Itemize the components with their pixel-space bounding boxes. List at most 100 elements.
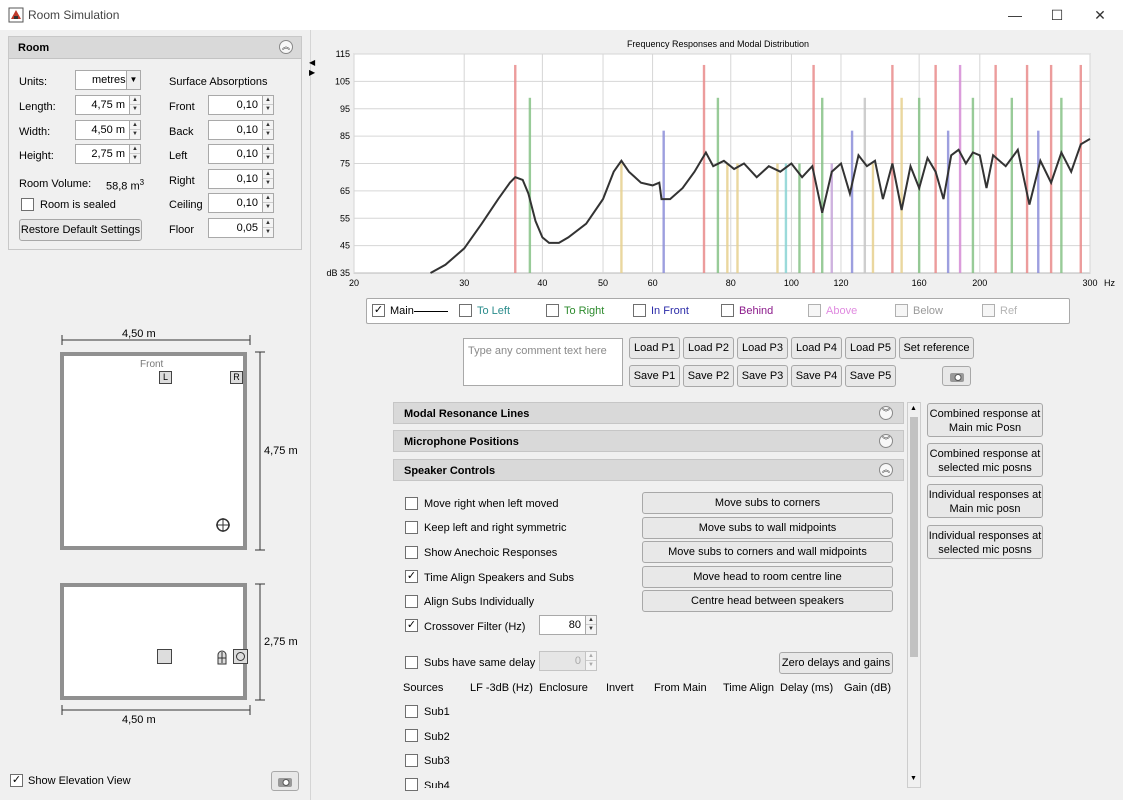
elevation-speaker-marker[interactable] [233,649,248,664]
save-p2-button[interactable]: Save P2 [683,365,734,387]
move-subs-corners-button[interactable]: Move subs to corners [642,492,893,514]
chevron-down-icon[interactable]: ▼ [126,71,140,89]
surface-spinner-ceiling[interactable]: ▲ ▼ [263,193,274,213]
save-p3-button[interactable]: Save P3 [737,365,788,387]
camera-icon[interactable] [271,771,299,791]
controls-scrollbar[interactable]: ▲ ▼ [907,402,921,788]
speaker-controls-header[interactable]: Speaker Controls ︽ [393,459,904,481]
modal-resonance-header[interactable]: Modal Resonance Lines ︾ [393,402,904,424]
listener-head-icon[interactable] [215,517,231,533]
close-button[interactable]: ✕ [1077,0,1123,30]
minimize-button[interactable]: — [992,0,1038,30]
legend-above-checkbox[interactable] [808,304,821,317]
panel-splitter[interactable]: ◀ ▶ [309,30,318,800]
load-p2-button[interactable]: Load P2 [683,337,734,359]
legend-below-checkbox[interactable] [895,304,908,317]
surface-input-front[interactable]: 0,10 [208,95,263,115]
combined-selected-button[interactable]: Combined response at selected mic posns [927,443,1043,477]
splitter-arrows-icon[interactable]: ◀ ▶ [309,58,315,78]
keep-symmetric-checkbox[interactable] [405,521,418,534]
restore-defaults-button[interactable]: Restore Default Settings [19,219,142,241]
speaker-left[interactable]: L [159,371,172,384]
room-sealed-checkbox[interactable] [21,198,34,211]
move-head-centre-button[interactable]: Move head to room centre line [642,566,893,588]
surface-spinner-back[interactable]: ▲ ▼ [263,120,274,140]
surface-spinner-left[interactable]: ▲ ▼ [263,144,274,164]
load-p5-button[interactable]: Load P5 [845,337,896,359]
crossover-checkbox[interactable]: ✓ [405,619,418,632]
load-p1-button[interactable]: Load P1 [629,337,680,359]
crossover-input[interactable]: 80 [539,615,586,635]
set-reference-button[interactable]: Set reference [899,337,974,359]
zero-delays-button[interactable]: Zero delays and gains [779,652,893,674]
height-spinner[interactable]: ▲ ▼ [130,144,141,164]
elevation-view[interactable] [60,583,248,700]
load-p3-button[interactable]: Load P3 [737,337,788,359]
room-floor-plan[interactable]: Front L R [60,352,247,550]
crossover-spinner[interactable]: ▲ ▼ [586,615,597,635]
expand-down-icon[interactable]: ︾ [879,406,893,420]
scroll-down-icon[interactable]: ▼ [910,775,917,782]
speaker-right[interactable]: R [230,371,243,384]
microphone-positions-header[interactable]: Microphone Positions ︾ [393,430,904,452]
surface-spinner-right[interactable]: ▲ ▼ [263,169,274,189]
save-p5-button[interactable]: Save P5 [845,365,896,387]
frequency-chart[interactable]: Frequency Responses and Modal Distributi… [318,30,1123,296]
height-input[interactable]: 2,75 m [75,144,130,164]
surface-input-back[interactable]: 0,10 [208,120,263,140]
show-elevation-checkbox[interactable]: ✓ [10,774,23,787]
width-input[interactable]: 4,50 m [75,120,130,140]
legend-in-front-checkbox[interactable] [633,304,646,317]
save-p1-button[interactable]: Save P1 [629,365,680,387]
surface-input-floor[interactable]: 0,05 [208,218,263,238]
elevation-head-icon[interactable] [214,649,230,665]
comment-input[interactable]: Type any comment text here [463,338,623,386]
move-subs-corners-midpoints-button[interactable]: Move subs to corners and wall midpoints [642,541,893,563]
col-from-main: From Main [654,682,707,694]
maximize-button[interactable]: ☐ [1034,0,1080,30]
legend-to-left-checkbox[interactable] [459,304,472,317]
time-align-checkbox[interactable]: ✓ [405,570,418,583]
anechoic-checkbox[interactable] [405,546,418,559]
width-spinner[interactable]: ▲ ▼ [130,120,141,140]
align-subs-checkbox[interactable] [405,595,418,608]
length-input[interactable]: 4,75 m [75,95,130,115]
legend-ref-checkbox[interactable] [982,304,995,317]
chart-camera-icon[interactable] [942,366,971,386]
surface-label-ceiling: Ceiling [169,199,203,211]
subs-delay-input[interactable]: 0 [539,651,586,671]
sub2-checkbox[interactable] [405,729,418,742]
centre-head-button[interactable]: Centre head between speakers [642,590,893,612]
move-right-checkbox[interactable] [405,497,418,510]
individual-main-button[interactable]: Individual responses at Main mic posn [927,484,1043,518]
load-p4-button[interactable]: Load P4 [791,337,842,359]
legend-main-checkbox[interactable]: ✓ [372,304,385,317]
sub1-checkbox[interactable] [405,705,418,718]
individual-selected-button[interactable]: Individual responses at selected mic pos… [927,525,1043,559]
length-spinner[interactable]: ▲ ▼ [130,95,141,115]
legend-behind-checkbox[interactable] [721,304,734,317]
scroll-thumb[interactable] [910,417,918,657]
elevation-sub-marker[interactable] [157,649,172,664]
surface-spinner-front[interactable]: ▲ ▼ [263,95,274,115]
subs-delay-spinner[interactable]: ▲ ▼ [586,651,597,671]
combined-main-button[interactable]: Combined response at Main mic Posn [927,403,1043,437]
modal-line [958,64,962,273]
units-select[interactable]: metres ▼ [75,70,141,90]
subs-same-delay-checkbox[interactable] [405,656,418,669]
surface-input-right[interactable]: 0,10 [208,169,263,189]
expand-down-icon[interactable]: ︾ [879,434,893,448]
surface-input-ceiling[interactable]: 0,10 [208,193,263,213]
save-p4-button[interactable]: Save P4 [791,365,842,387]
collapse-up-icon[interactable]: ︽ [879,463,893,477]
modal-line [1025,64,1029,273]
x-tick-label: 40 [537,278,547,288]
legend-to-right-checkbox[interactable] [546,304,559,317]
move-subs-wall-midpoints-button[interactable]: Move subs to wall midpoints [642,517,893,539]
collapse-up-icon[interactable]: ︽ [279,40,293,54]
sub3-checkbox[interactable] [405,754,418,767]
surface-input-left[interactable]: 0,10 [208,144,263,164]
surface-spinner-floor[interactable]: ▲ ▼ [263,218,274,238]
scroll-up-icon[interactable]: ▲ [910,405,917,412]
sub4-checkbox[interactable] [405,778,418,791]
